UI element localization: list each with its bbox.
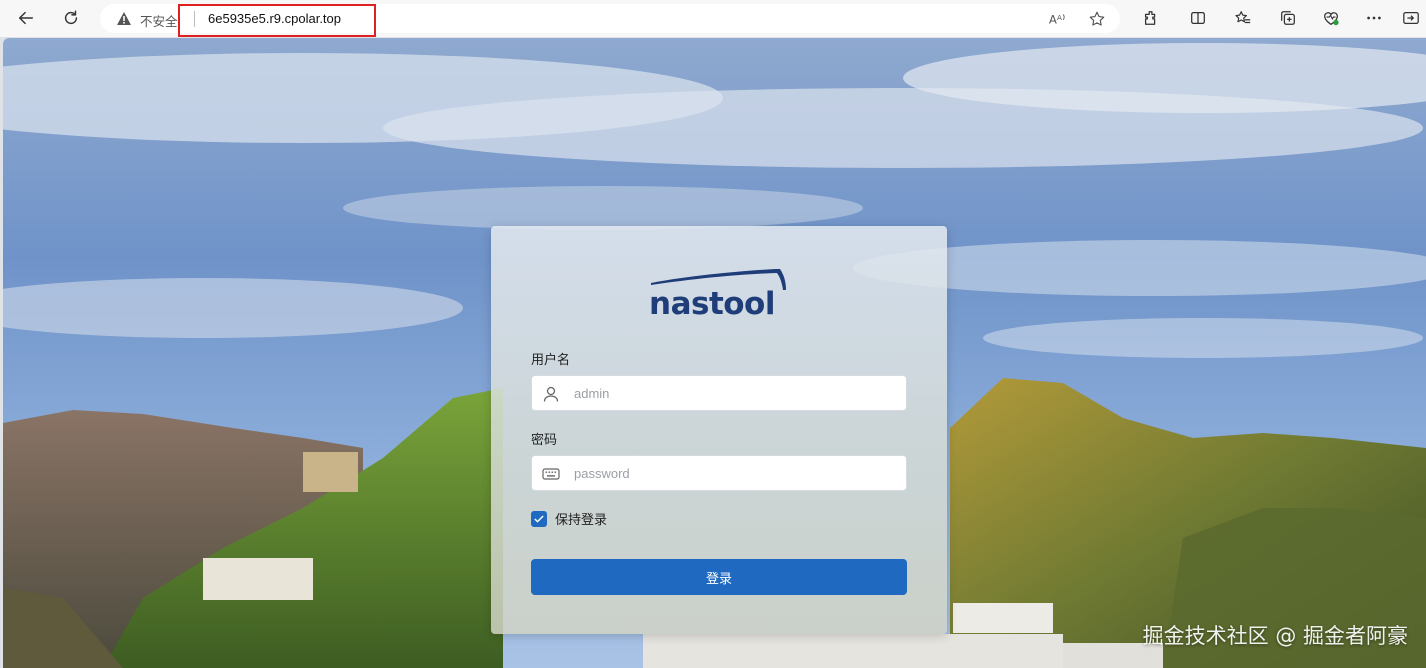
- login-card: nastool 用户名 密码: [491, 226, 947, 634]
- remember-me-label[interactable]: 保持登录: [555, 509, 607, 528]
- address-separator: [194, 11, 195, 27]
- security-status-label[interactable]: 不安全: [140, 11, 178, 30]
- reload-icon[interactable]: [55, 2, 87, 34]
- address-bar[interactable]: 不安全 6e5935e5.r9.cpolar.top AA: [100, 4, 1120, 33]
- web-page: nastool 用户名 密码: [3, 38, 1426, 668]
- username-label: 用户名: [531, 353, 571, 368]
- favorites-icon[interactable]: [1227, 2, 1259, 34]
- browser-essentials-icon[interactable]: [1315, 2, 1347, 34]
- split-screen-icon[interactable]: [1182, 2, 1214, 34]
- svg-text:A: A: [1049, 13, 1057, 27]
- watermark-text: 掘金技术社区 @ 掘金者阿豪: [1142, 624, 1408, 648]
- warning-icon[interactable]: [116, 11, 132, 26]
- user-icon: [543, 386, 559, 402]
- keyboard-icon: [542, 468, 560, 480]
- sidebar-icon[interactable]: [1400, 2, 1422, 34]
- username-input[interactable]: [572, 376, 902, 410]
- remember-me-row[interactable]: 保持登录: [531, 509, 607, 528]
- url-text[interactable]: 6e5935e5.r9.cpolar.top: [208, 11, 341, 26]
- extensions-icon[interactable]: [1135, 2, 1167, 34]
- password-input[interactable]: [572, 456, 902, 490]
- read-aloud-icon[interactable]: AA: [1046, 8, 1068, 30]
- favorite-star-icon[interactable]: [1086, 8, 1108, 30]
- collections-icon[interactable]: [1272, 2, 1304, 34]
- username-field-wrapper: [531, 375, 907, 411]
- svg-text:A: A: [1057, 13, 1062, 22]
- checkmark-icon: [534, 515, 544, 522]
- password-field-wrapper: [531, 455, 907, 491]
- more-icon[interactable]: [1358, 2, 1390, 34]
- password-label: 密码: [531, 433, 558, 448]
- login-button[interactable]: 登录: [531, 559, 907, 595]
- logo-text: nastool: [649, 286, 775, 322]
- browser-toolbar: 不安全 6e5935e5.r9.cpolar.top AA: [0, 0, 1426, 37]
- nastool-logo: nastool: [643, 266, 793, 326]
- back-arrow-icon[interactable]: [10, 2, 42, 34]
- remember-me-checkbox[interactable]: [531, 510, 547, 527]
